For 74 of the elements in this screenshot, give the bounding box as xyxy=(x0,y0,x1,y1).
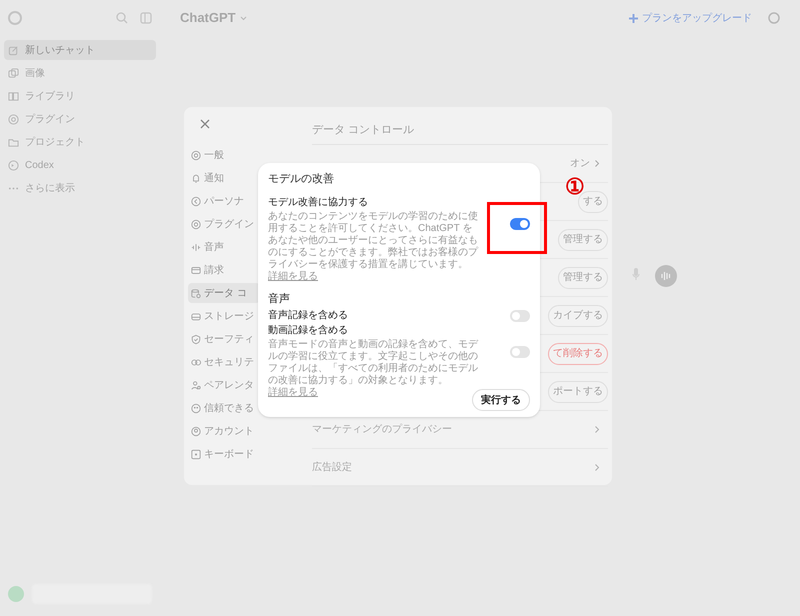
microphone-icon[interactable] xyxy=(632,268,640,280)
sidebar-item[interactable]: 画像 xyxy=(4,63,156,83)
edit-icon xyxy=(8,44,19,56)
dialog-title: モデルの改善 xyxy=(268,172,335,187)
settings-nav-item[interactable]: 信頼できる xyxy=(188,398,260,418)
settings-nav-item[interactable]: セーフティ xyxy=(188,329,260,349)
settings-nav-item[interactable]: 請求 xyxy=(188,260,260,280)
toggle-switch[interactable] xyxy=(510,310,530,322)
run-button[interactable]: 実行する xyxy=(472,389,530,411)
action-button[interactable]: ポートする xyxy=(548,380,608,402)
action-button[interactable]: て削除する xyxy=(548,342,608,364)
settings-nav-item[interactable]: 一般 xyxy=(188,145,260,165)
sidebar-toggle-icon[interactable] xyxy=(140,12,152,24)
circle-icon xyxy=(191,196,201,206)
waveform-icon xyxy=(191,242,201,252)
action-button[interactable]: カイブする xyxy=(548,304,608,326)
sidebar-item[interactable]: ライブラリ xyxy=(4,86,156,106)
setting-link[interactable]: マーケティングのプライバシー xyxy=(312,422,452,437)
panel-title: データ コントロール xyxy=(312,115,608,145)
model-selector[interactable]: ChatGPT xyxy=(180,8,236,28)
bell-icon xyxy=(191,172,201,184)
settings-nav-item[interactable]: パーソナ xyxy=(188,191,260,211)
settings-nav-item[interactable]: ストレージ xyxy=(188,306,260,326)
section-heading: 音声 xyxy=(268,292,291,306)
settings-nav-item[interactable]: ペアレンタ xyxy=(188,375,260,395)
settings-nav-item[interactable]: プラグイン xyxy=(188,214,260,234)
voice-mode-icon[interactable] xyxy=(655,265,677,287)
chevron-down-icon[interactable] xyxy=(240,16,247,20)
keyboard-icon xyxy=(191,448,201,460)
upgrade-link[interactable]: プランをアップグレード xyxy=(642,10,752,26)
chevron-right-icon xyxy=(594,424,600,435)
highlight-frame xyxy=(487,202,547,254)
book-icon xyxy=(8,90,19,102)
plus-icon xyxy=(629,14,638,22)
terminal-icon xyxy=(8,160,19,170)
shield-icon xyxy=(191,334,201,344)
learn-more-link[interactable]: 詳細を見る xyxy=(268,270,318,282)
rings-icon xyxy=(191,356,201,368)
close-icon[interactable] xyxy=(200,119,210,129)
setting-value[interactable]: オン xyxy=(570,156,590,171)
sidebar-item[interactable]: さらに表示 xyxy=(4,178,156,198)
database-icon xyxy=(191,288,201,298)
option-label: 動画記録を含める xyxy=(268,324,349,337)
drive-icon xyxy=(191,310,201,322)
settings-nav-item[interactable]: キーボード xyxy=(188,444,260,464)
settings-nav-item[interactable]: 通知 xyxy=(188,168,260,188)
sidebar-item[interactable]: 新しいチャット xyxy=(4,40,156,60)
search-icon[interactable] xyxy=(116,12,128,24)
chevron-right-icon xyxy=(594,158,600,169)
face-icon xyxy=(191,402,201,414)
sidebar-item[interactable]: Codex xyxy=(4,155,156,175)
settings-nav-item[interactable]: 音声 xyxy=(188,237,260,257)
action-button[interactable]: 管理する xyxy=(558,266,608,288)
card-icon xyxy=(191,264,201,276)
learn-more-link[interactable]: 詳細を見る xyxy=(268,387,318,398)
option-label: 音声記録を含める xyxy=(268,309,349,322)
toggle-switch[interactable] xyxy=(510,346,530,358)
sidebar-item[interactable]: プラグイン xyxy=(4,109,156,129)
account-icon[interactable] xyxy=(768,12,780,24)
settings-nav-item[interactable]: アカウント xyxy=(188,421,260,441)
chevron-right-icon xyxy=(594,462,600,473)
images-icon xyxy=(8,68,19,78)
action-button[interactable]: 管理する xyxy=(558,228,608,250)
option-description: あなたのコンテンツをモデルの学習のために使用することを許可してください。ChatGPT をあなたや他のユーザーにとってさらに有益なものにすることができます。弊社ではお客様のプライバシーを保護する措置を講じています。 詳細を見る xyxy=(268,210,480,282)
folder-icon xyxy=(8,136,19,148)
settings-nav-item[interactable]: データ コ xyxy=(188,283,260,303)
avatar[interactable] xyxy=(8,586,24,602)
people-icon xyxy=(191,380,201,390)
settings-nav-item[interactable]: セキュリテ xyxy=(188,352,260,372)
toggle-switch[interactable] xyxy=(510,218,530,230)
logo-icon[interactable] xyxy=(8,11,22,25)
setting-link[interactable]: 広告設定 xyxy=(312,460,352,475)
option-label: モデル改善に協力する xyxy=(268,196,369,208)
sidebar-item[interactable]: プロジェクト xyxy=(4,132,156,152)
